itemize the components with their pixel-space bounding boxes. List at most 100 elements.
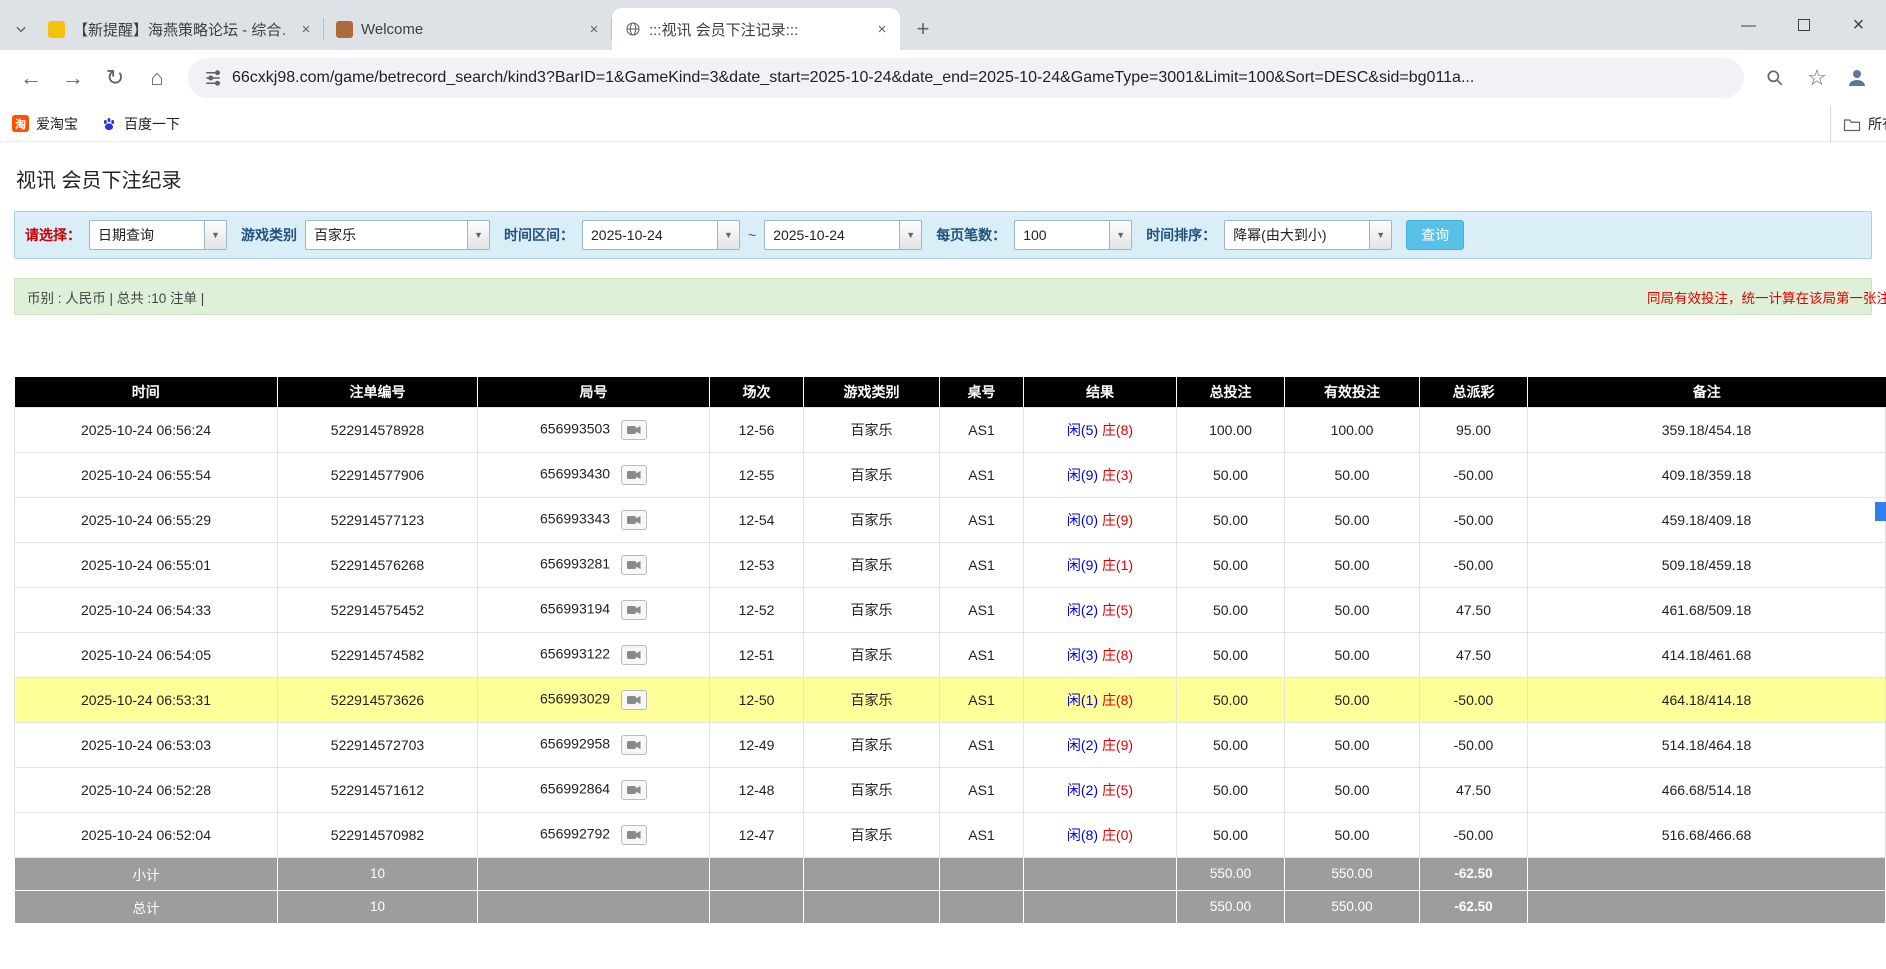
cell-result: 闲(9) 庄(1)	[1024, 542, 1177, 587]
tab-title: :::视讯 会员下注记录:::	[649, 19, 864, 40]
total-total-bet: 550.00	[1177, 890, 1285, 923]
date-start-select[interactable]: 2025-10-24 ▼	[582, 220, 740, 250]
chevron-down-icon[interactable]: ▼	[1109, 221, 1131, 249]
edge-button-top[interactable]	[1875, 502, 1886, 521]
chevron-down-icon[interactable]: ▼	[1369, 221, 1391, 249]
result-player: 闲(2)	[1067, 737, 1098, 753]
result-player: 闲(9)	[1067, 467, 1098, 483]
home-button[interactable]: ⌂	[136, 57, 178, 99]
cell-game-type: 百家乐	[804, 767, 940, 812]
result-banker: 庄(0)	[1102, 827, 1133, 843]
chevron-down-icon[interactable]: ▼	[899, 221, 921, 249]
cell-payout: -50.00	[1420, 812, 1528, 857]
header-time: 时间	[15, 377, 278, 407]
chevron-down-icon[interactable]: ▼	[467, 221, 489, 249]
cell-total-bet-link[interactable]: 100.00	[1177, 407, 1285, 452]
cell-session: 12-53	[710, 542, 804, 587]
query-type-select[interactable]: 日期查询 ▼	[89, 220, 227, 250]
query-type-value: 日期查询	[90, 225, 204, 245]
search-lens-icon[interactable]	[1754, 57, 1796, 99]
window-close-button[interactable]: ×	[1831, 0, 1886, 50]
refresh-button[interactable]: ↻	[94, 57, 136, 99]
cell-total-bet-link[interactable]: 50.00	[1177, 542, 1285, 587]
tab-forum[interactable]: 【新提醒】海燕策略论坛 - 综合… ×	[36, 8, 324, 50]
game-type-select[interactable]: 百家乐 ▼	[305, 220, 490, 250]
back-button[interactable]: ←	[10, 57, 52, 99]
cell-round-id: 656993122	[478, 632, 710, 677]
video-replay-icon[interactable]	[621, 465, 647, 485]
result-banker: 庄(9)	[1102, 512, 1133, 528]
cell-time: 2025-10-24 06:55:54	[15, 452, 278, 497]
all-bookmarks-folder[interactable]: 所有书签	[1830, 106, 1886, 142]
cell-total-bet-link[interactable]: 50.00	[1177, 632, 1285, 677]
round-id-text: 656993343	[540, 510, 610, 526]
result-player: 闲(2)	[1067, 602, 1098, 618]
site-settings-tune-icon[interactable]	[204, 69, 222, 87]
cell-session: 12-49	[710, 722, 804, 767]
total-payout: -62.50	[1420, 890, 1528, 923]
tab-close-icon[interactable]: ×	[872, 19, 892, 39]
cell-game-type: 百家乐	[804, 722, 940, 767]
tab-search-chevron-icon[interactable]	[6, 8, 36, 50]
cell-total-bet-link[interactable]: 50.00	[1177, 452, 1285, 497]
chevron-down-icon[interactable]: ▼	[717, 221, 739, 249]
bookmark-taobao[interactable]: 淘 爱淘宝	[12, 114, 78, 134]
round-id-text: 656993122	[540, 645, 610, 661]
cell-payout: 47.50	[1420, 632, 1528, 677]
video-replay-icon[interactable]	[621, 735, 647, 755]
cell-time: 2025-10-24 06:56:24	[15, 407, 278, 452]
page-size-select[interactable]: 100 ▼	[1014, 220, 1132, 250]
maximize-button[interactable]	[1776, 0, 1831, 50]
cell-valid-bet: 50.00	[1285, 587, 1420, 632]
cell-result: 闲(2) 庄(5)	[1024, 587, 1177, 632]
header-valid-bet: 有效投注	[1285, 377, 1420, 407]
cell-bet-id: 522914578928	[278, 407, 478, 452]
round-id-text: 656993194	[540, 600, 610, 616]
profile-avatar-icon[interactable]	[1838, 59, 1876, 97]
cell-total-bet-link[interactable]: 50.00	[1177, 677, 1285, 722]
cell-total-bet-link[interactable]: 50.00	[1177, 812, 1285, 857]
header-session: 场次	[710, 377, 804, 407]
video-replay-icon[interactable]	[621, 780, 647, 800]
tab-close-icon[interactable]: ×	[296, 19, 316, 39]
cell-total-bet-link[interactable]: 50.00	[1177, 722, 1285, 767]
video-replay-icon[interactable]	[621, 420, 647, 440]
tab-welcome[interactable]: Welcome ×	[324, 8, 612, 50]
cell-total-bet-link[interactable]: 50.00	[1177, 767, 1285, 812]
result-banker: 庄(5)	[1102, 602, 1133, 618]
date-end-select[interactable]: 2025-10-24 ▼	[764, 220, 922, 250]
new-tab-button[interactable]: +	[906, 12, 940, 46]
bookmark-baidu[interactable]: 百度一下	[100, 114, 180, 134]
subtotal-payout: -62.50	[1420, 857, 1528, 890]
video-replay-icon[interactable]	[621, 600, 647, 620]
header-payout: 总派彩	[1420, 377, 1528, 407]
game-type-value: 百家乐	[306, 225, 467, 245]
cell-valid-bet: 50.00	[1285, 497, 1420, 542]
video-replay-icon[interactable]	[621, 555, 647, 575]
video-replay-icon[interactable]	[621, 510, 647, 530]
cell-total-bet-link[interactable]: 50.00	[1177, 587, 1285, 632]
cell-result: 闲(2) 庄(9)	[1024, 722, 1177, 767]
minimize-button[interactable]: —	[1721, 0, 1776, 50]
url-bar[interactable]: 66cxkj98.com/game/betrecord_search/kind3…	[188, 58, 1744, 98]
cell-result: 闲(1) 庄(8)	[1024, 677, 1177, 722]
sort-select[interactable]: 降幂(由大到小) ▼	[1224, 220, 1392, 250]
cell-note: 461.68/509.18	[1528, 587, 1886, 632]
forward-button[interactable]: →	[52, 57, 94, 99]
video-replay-icon[interactable]	[621, 645, 647, 665]
cell-table-no: AS1	[940, 632, 1024, 677]
cell-total-bet-link[interactable]: 50.00	[1177, 497, 1285, 542]
video-replay-icon[interactable]	[621, 825, 647, 845]
cell-bet-id: 522914572703	[278, 722, 478, 767]
cell-session: 12-56	[710, 407, 804, 452]
query-button[interactable]: 查询	[1406, 220, 1464, 250]
video-replay-icon[interactable]	[621, 690, 647, 710]
tab-bet-record[interactable]: :::视讯 会员下注记录::: ×	[612, 8, 900, 50]
taobao-icon: 淘	[12, 115, 29, 132]
tab-close-icon[interactable]: ×	[584, 19, 604, 39]
url-text[interactable]: 66cxkj98.com/game/betrecord_search/kind3…	[232, 69, 1728, 87]
subtotal-total-bet: 550.00	[1177, 857, 1285, 890]
chevron-down-icon[interactable]: ▼	[204, 221, 226, 249]
bookmark-star-icon[interactable]: ☆	[1796, 57, 1838, 99]
table-row: 2025-10-24 06:52:04 522914570982 6569927…	[15, 812, 1886, 857]
